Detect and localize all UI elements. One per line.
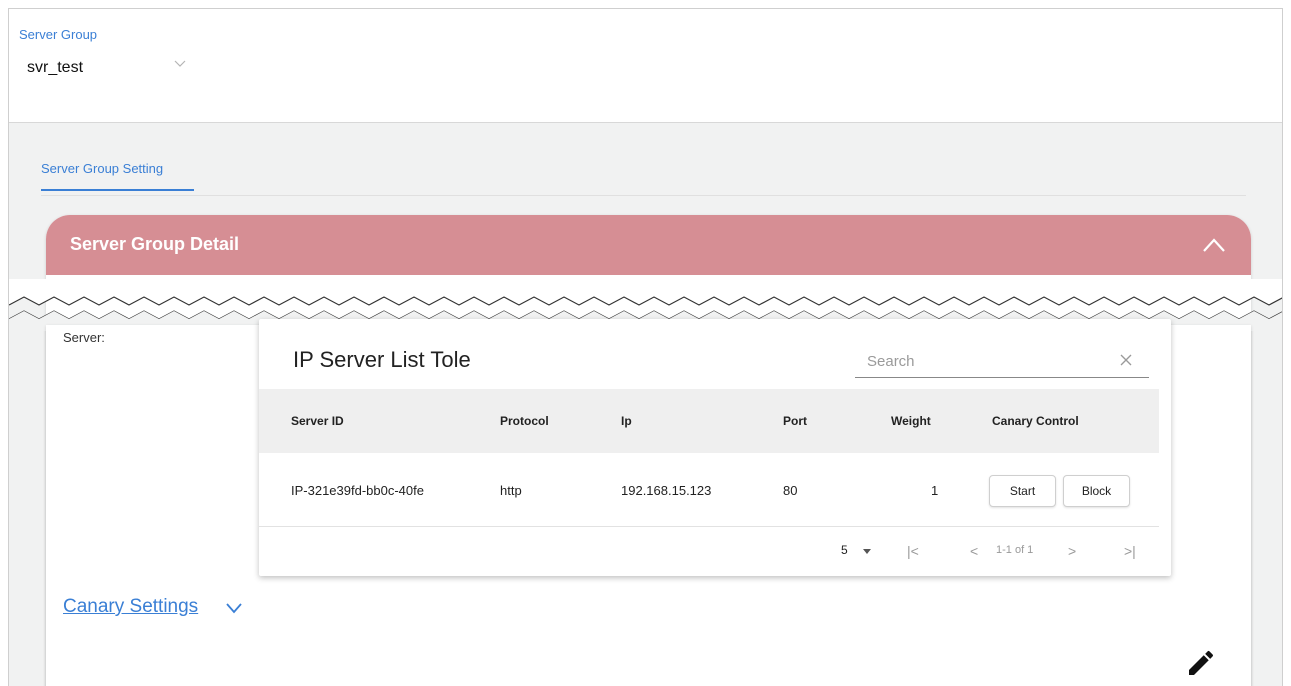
page-range: 1-1 of 1 xyxy=(996,544,1034,556)
server-group-value: svr_test xyxy=(27,59,84,76)
caret-down-icon[interactable] xyxy=(863,549,871,554)
table-row: IP-321e39fd-bb0c-40fe http 192.168.15.12… xyxy=(259,453,1159,527)
search-field xyxy=(855,344,1149,378)
canary-settings-link[interactable]: Canary Settings xyxy=(63,596,198,618)
tab-divider xyxy=(41,195,1246,196)
next-page-icon[interactable]: > xyxy=(1068,543,1076,559)
search-input[interactable] xyxy=(867,350,1107,372)
start-button[interactable]: Start xyxy=(989,475,1056,507)
pencil-icon[interactable] xyxy=(1185,647,1217,679)
pagination: 5 |< < 1-1 of 1 > >| xyxy=(259,527,1159,576)
chevron-up-icon[interactable] xyxy=(1199,233,1229,257)
column-header[interactable]: Port xyxy=(783,414,807,428)
column-header[interactable]: Canary Control xyxy=(992,414,1079,428)
cell-protocol: http xyxy=(500,483,522,498)
cell-port: 80 xyxy=(783,483,798,498)
server-label: Server: xyxy=(63,330,105,345)
server-group-select[interactable]: svr_test xyxy=(25,53,195,83)
table-title: IP Server List Tole xyxy=(293,347,471,372)
top-bar: Server Group svr_test xyxy=(9,9,1282,123)
column-header[interactable]: Ip xyxy=(621,414,632,428)
ip-server-list-table: IP Server List Tole Server ID Protocol I… xyxy=(259,319,1171,576)
column-header[interactable]: Weight xyxy=(891,414,931,428)
tab-server-group-setting[interactable]: Server Group Setting xyxy=(41,161,163,176)
prev-page-icon[interactable]: < xyxy=(970,543,978,559)
cell-ip: 192.168.15.123 xyxy=(621,483,712,498)
first-page-icon[interactable]: |< xyxy=(907,543,919,559)
chevron-down-icon[interactable] xyxy=(225,601,243,615)
card-title: Server Group Detail xyxy=(70,234,240,254)
last-page-icon[interactable]: >| xyxy=(1124,543,1136,559)
server-group-label: Server Group xyxy=(19,27,98,42)
card-header: Server Group Detail xyxy=(46,215,1251,275)
table-header: Server ID Protocol Ip Port Weight Canary… xyxy=(259,389,1159,453)
column-header[interactable]: Protocol xyxy=(500,414,549,428)
cell-weight: 1 xyxy=(931,483,939,498)
close-icon[interactable] xyxy=(1119,353,1133,367)
cell-server-id: IP-321e39fd-bb0c-40fe xyxy=(291,483,424,498)
column-header[interactable]: Server ID xyxy=(291,414,344,428)
block-button[interactable]: Block xyxy=(1063,475,1130,507)
tab-active-indicator xyxy=(41,189,194,191)
page-size-select[interactable]: 5 xyxy=(841,543,848,557)
app-frame: Server Group svr_test Server Group Setti… xyxy=(8,8,1283,686)
chevron-down-icon xyxy=(174,60,186,67)
